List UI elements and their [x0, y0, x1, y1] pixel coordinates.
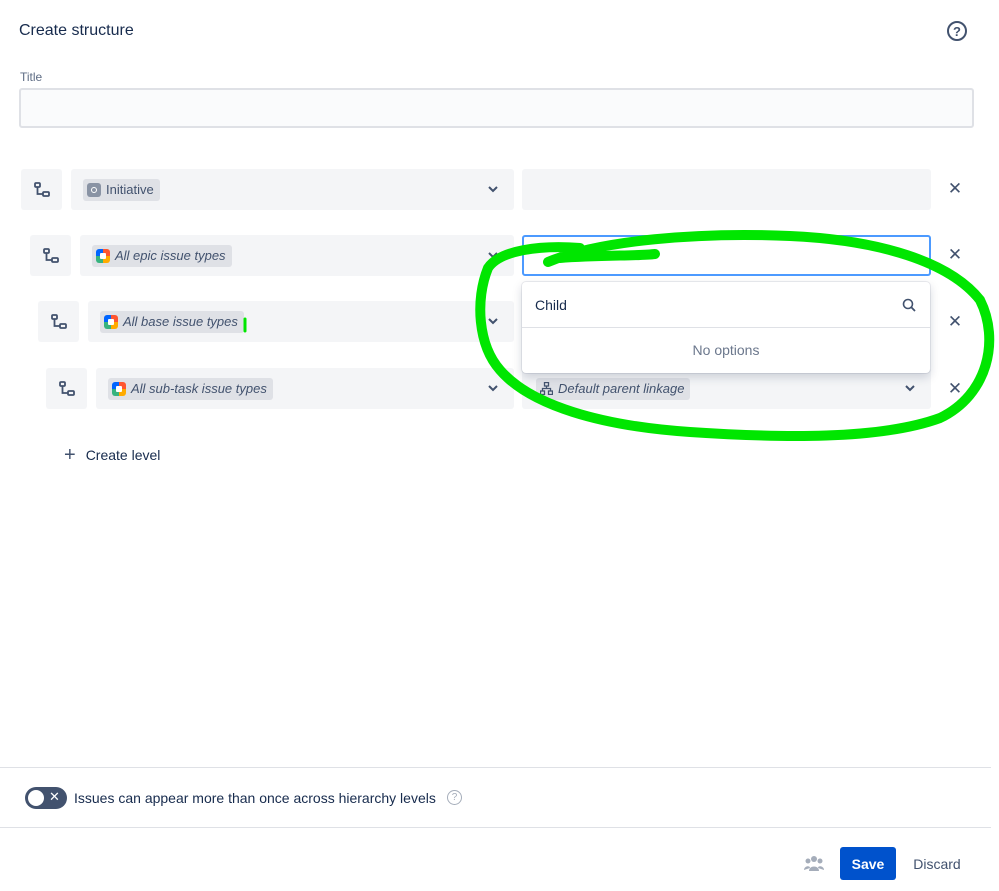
toggle-knob: [28, 790, 44, 806]
hierarchy-link-icon: [42, 247, 59, 263]
issue-type-label: All base issue types: [123, 314, 238, 329]
issue-type-select-level-3[interactable]: All base issue types: [88, 301, 514, 342]
initiative-icon: [87, 182, 101, 197]
remove-level-2-icon[interactable]: ✕: [947, 245, 963, 264]
dropdown-search-bar: [522, 282, 930, 328]
linkage-select-level-2[interactable]: [522, 235, 931, 276]
remove-level-3-icon[interactable]: ✕: [947, 312, 963, 331]
multi-issue-type-icon: [104, 314, 118, 329]
linkage-select-level-1: [522, 169, 931, 210]
issue-type-chip: All base issue types: [100, 310, 244, 333]
multi-issue-type-icon: [112, 381, 126, 396]
drag-handle-level-1[interactable]: [21, 169, 62, 210]
chevron-down-icon: [488, 318, 498, 325]
help-icon[interactable]: ?: [447, 790, 462, 805]
linkage-chip: Default parent linkage: [536, 377, 691, 400]
issue-type-label: All sub-task issue types: [131, 381, 267, 396]
chevron-down-icon: [903, 253, 913, 260]
parent-linkage-icon: [540, 382, 553, 395]
hierarchy-link-icon: [50, 313, 67, 329]
drag-handle-level-2[interactable]: [30, 235, 71, 276]
issue-type-select-level-4[interactable]: All sub-task issue types: [96, 368, 514, 409]
linkage-select-level-4[interactable]: Default parent linkage: [522, 368, 931, 409]
toggle-off-icon: ✕: [49, 789, 60, 804]
issue-type-label: All epic issue types: [115, 248, 226, 263]
remove-level-1-icon[interactable]: ✕: [947, 179, 963, 198]
help-icon[interactable]: ?: [947, 21, 967, 41]
dropdown-search-input[interactable]: [535, 294, 885, 316]
issue-type-label: Initiative: [106, 182, 154, 197]
save-button[interactable]: Save: [840, 847, 896, 880]
title-input[interactable]: [19, 88, 974, 128]
issue-type-select-level-1[interactable]: Initiative: [71, 169, 514, 210]
issue-type-chip: All sub-task issue types: [108, 377, 273, 400]
chevron-down-icon: [905, 385, 915, 392]
page-title: Create structure: [19, 22, 134, 39]
allow-duplicates-toggle[interactable]: ✕: [25, 787, 67, 809]
create-level-button[interactable]: + Create level: [64, 445, 160, 465]
remove-level-4-icon[interactable]: ✕: [947, 379, 963, 398]
chevron-down-icon: [488, 186, 498, 193]
toggle-label: Issues can appear more than once across …: [74, 790, 436, 806]
search-icon: [902, 298, 916, 312]
dropdown-empty-message: No options: [692, 342, 760, 358]
issue-type-chip: Initiative: [83, 178, 160, 201]
multi-issue-type-icon: [96, 248, 110, 263]
issue-type-select-level-2[interactable]: All epic issue types: [80, 235, 514, 276]
people-icon[interactable]: [804, 855, 824, 873]
chevron-down-icon: [488, 252, 498, 259]
footer-divider-bottom: [0, 827, 991, 828]
title-label: Title: [20, 70, 43, 84]
discard-button[interactable]: Discard: [904, 847, 970, 880]
chevron-down-icon: [488, 385, 498, 392]
drag-handle-level-3[interactable]: [38, 301, 79, 342]
create-level-label: Create level: [85, 447, 161, 463]
footer-divider-top: [0, 767, 991, 768]
issue-type-chip: All epic issue types: [92, 244, 232, 267]
drag-handle-level-4[interactable]: [46, 368, 87, 409]
linkage-dropdown-menu: No options: [522, 282, 930, 373]
plus-icon: +: [64, 444, 76, 466]
hierarchy-link-icon: [58, 380, 75, 396]
hierarchy-link-icon: [33, 181, 50, 197]
linkage-label: Default parent linkage: [558, 381, 685, 396]
